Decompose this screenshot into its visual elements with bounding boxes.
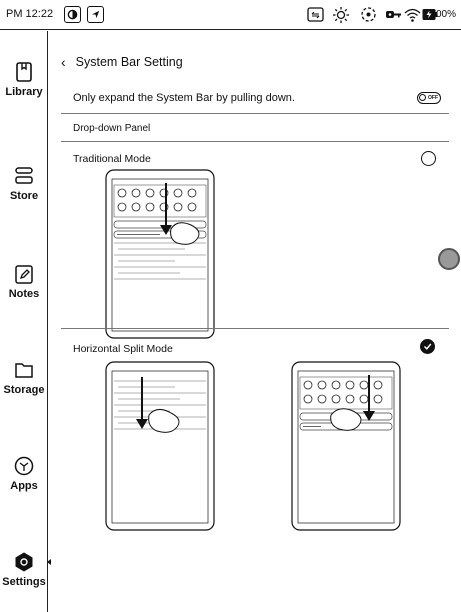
sidebar-item-label: Store xyxy=(9,190,39,202)
sidebar: Library Store Notes Storage Apps Setting… xyxy=(0,31,51,612)
page-header: ‹ System Bar Setting xyxy=(61,55,183,69)
apps-icon xyxy=(14,456,34,476)
sidebar-item-label: Notes xyxy=(8,288,40,300)
mode-label-traditional: Traditional Mode xyxy=(73,153,151,165)
sidebar-item-settings[interactable]: Settings xyxy=(0,545,51,609)
store-icon xyxy=(15,167,33,184)
divider xyxy=(61,328,449,329)
section-label: Drop-down Panel xyxy=(73,123,151,134)
battery-percentage: 100% xyxy=(430,9,456,20)
sidebar-item-storage[interactable]: Storage xyxy=(0,353,48,417)
sidebar-item-label: Storage xyxy=(3,384,45,396)
screenshot-icon[interactable] xyxy=(307,6,324,28)
page-title: System Bar Setting xyxy=(75,55,183,69)
wifi-icon[interactable] xyxy=(404,6,421,28)
brightness-icon[interactable] xyxy=(332,6,350,29)
screenshot-mode-icon[interactable] xyxy=(64,6,81,23)
sidebar-item-label: Apps xyxy=(10,480,38,492)
sidebar-item-library[interactable]: Library xyxy=(0,55,48,119)
key-icon[interactable] xyxy=(385,6,402,28)
clock: PM 12:22 xyxy=(6,8,54,20)
toggle-knob xyxy=(419,94,426,101)
status-bar: PM 12:22 100% xyxy=(0,0,461,30)
traditional-mode-radio[interactable] xyxy=(421,151,436,166)
expand-option-label: Only expand the System Bar by pulling do… xyxy=(73,92,295,104)
back-arrow-icon[interactable] xyxy=(87,6,104,23)
sidebar-item-label: Settings xyxy=(2,576,46,588)
library-icon xyxy=(16,62,32,82)
mode-label-horizontal-split: Horizontal Split Mode xyxy=(73,343,173,355)
notes-icon xyxy=(15,265,33,284)
floating-ball-button[interactable] xyxy=(438,248,460,270)
horizontal-split-right-illustration xyxy=(291,361,401,531)
sidebar-item-notes[interactable]: Notes xyxy=(0,257,48,321)
settings-icon xyxy=(15,552,33,572)
sidebar-item-store[interactable]: Store xyxy=(0,159,48,223)
traditional-mode-illustration xyxy=(105,169,215,339)
expand-toggle[interactable]: OFF xyxy=(417,92,441,104)
horizontal-split-mode-radio[interactable] xyxy=(420,339,435,354)
toggle-state-text: OFF xyxy=(428,94,438,101)
checkmark-icon xyxy=(423,343,432,350)
divider xyxy=(61,113,449,114)
storage-icon xyxy=(15,363,33,378)
back-button[interactable]: ‹ xyxy=(61,55,66,69)
sidebar-item-label: Library xyxy=(5,86,43,98)
sidebar-item-apps[interactable]: Apps xyxy=(0,449,48,513)
main-content: ‹ System Bar Setting Only expand the Sys… xyxy=(49,31,461,612)
horizontal-split-left-illustration xyxy=(105,361,215,531)
sync-icon[interactable] xyxy=(360,6,377,28)
divider xyxy=(61,141,449,142)
